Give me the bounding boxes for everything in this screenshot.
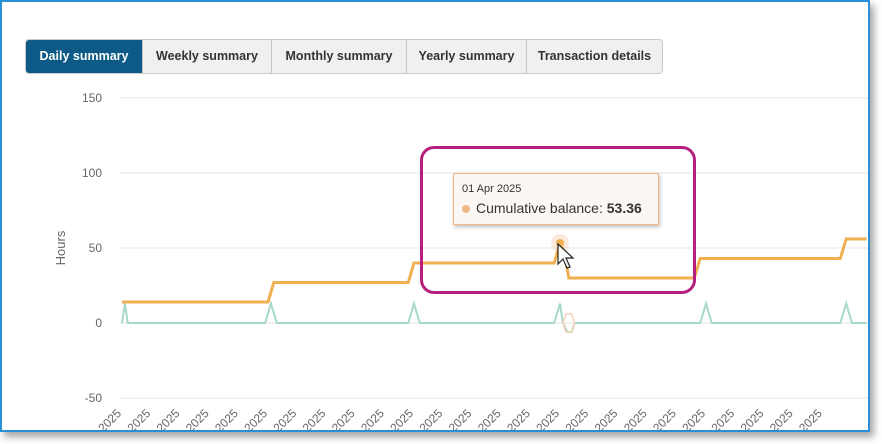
x-tick-label: 2025 bbox=[387, 406, 416, 430]
x-tick-label: 2025 bbox=[271, 406, 300, 430]
y-tick-label: -50 bbox=[85, 391, 103, 405]
x-tick-label: 2025 bbox=[475, 406, 504, 430]
chart-tooltip: 01 Apr 2025 Cumulative balance: 53.36 bbox=[453, 173, 659, 225]
x-tick-label: 2025 bbox=[446, 406, 475, 430]
x-tick-label: 2025 bbox=[621, 406, 650, 430]
y-tick-label: 50 bbox=[89, 241, 103, 255]
tooltip-date: 01 Apr 2025 bbox=[462, 183, 522, 195]
daily-balance-line bbox=[121, 299, 867, 333]
tooltip-row: Cumulative balance: 53.36 bbox=[462, 200, 642, 216]
x-tick-label: 2025 bbox=[241, 406, 270, 430]
y-tick-label: 150 bbox=[82, 91, 102, 105]
x-tick-label: 2025 bbox=[679, 406, 708, 430]
y-axis-label: Hours bbox=[53, 230, 68, 265]
tooltip-value: 53.36 bbox=[606, 200, 642, 216]
y-tick-label: 100 bbox=[82, 166, 102, 180]
x-tick-label: 2025 bbox=[563, 406, 592, 430]
x-tick-label: 2025 bbox=[154, 406, 183, 430]
x-tick-label: 2025 bbox=[125, 406, 154, 430]
x-tick-label: 2025 bbox=[417, 406, 446, 430]
y-tick-label: 0 bbox=[95, 316, 102, 330]
x-tick-label: 2025 bbox=[329, 406, 358, 430]
chart-panel: Daily summary Weekly summary Monthly sum… bbox=[0, 0, 870, 432]
x-tick-label: 2025 bbox=[650, 406, 679, 430]
x-tick-label: 2025 bbox=[709, 406, 738, 430]
x-tick-label: 2025 bbox=[796, 406, 825, 430]
x-tick-label: 2025 bbox=[504, 406, 533, 430]
series-dot-icon bbox=[462, 205, 470, 213]
x-tick-label: 2025 bbox=[738, 406, 767, 430]
x-tick-label: 2025 bbox=[592, 406, 621, 430]
x-tick-label: 2025 bbox=[767, 406, 796, 430]
x-tick-label: 2025 bbox=[212, 406, 241, 430]
x-tick-label: 2025 bbox=[533, 406, 562, 430]
x-tick-label: 2025 bbox=[300, 406, 329, 430]
tooltip-label: Cumulative balance: bbox=[476, 200, 603, 216]
x-tick-label: 2025 bbox=[358, 406, 387, 430]
x-tick-label: 2025 bbox=[95, 406, 124, 430]
x-tick-label: 2025 bbox=[183, 406, 212, 430]
